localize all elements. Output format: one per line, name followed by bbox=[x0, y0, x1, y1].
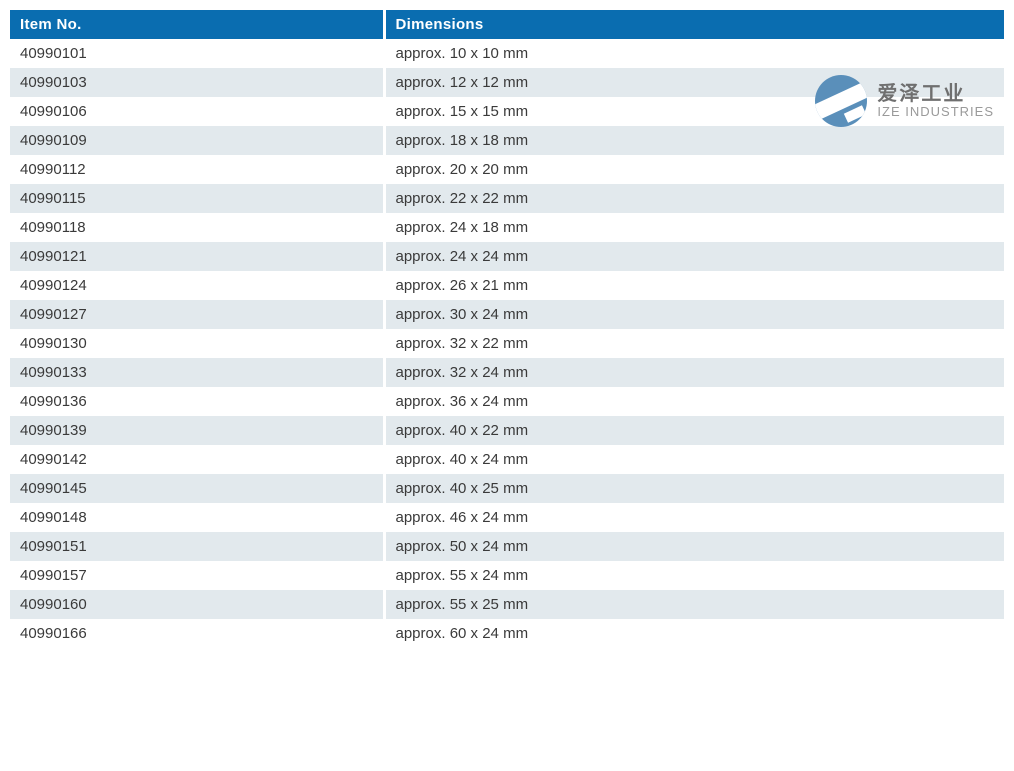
table-row: 40990101approx. 10 x 10 mm bbox=[10, 39, 1004, 68]
cell-item-no: 40990136 bbox=[10, 387, 384, 416]
cell-item-no: 40990139 bbox=[10, 416, 384, 445]
table-row: 40990148approx. 46 x 24 mm bbox=[10, 503, 1004, 532]
cell-item-no: 40990127 bbox=[10, 300, 384, 329]
cell-dimensions: approx. 15 x 15 mm bbox=[384, 97, 1004, 126]
table-row: 40990118approx. 24 x 18 mm bbox=[10, 213, 1004, 242]
cell-item-no: 40990115 bbox=[10, 184, 384, 213]
table-row: 40990124approx. 26 x 21 mm bbox=[10, 271, 1004, 300]
table-row: 40990157approx. 55 x 24 mm bbox=[10, 561, 1004, 590]
table-row: 40990133approx. 32 x 24 mm bbox=[10, 358, 1004, 387]
cell-item-no: 40990106 bbox=[10, 97, 384, 126]
cell-item-no: 40990103 bbox=[10, 68, 384, 97]
cell-item-no: 40990109 bbox=[10, 126, 384, 155]
cell-dimensions: approx. 36 x 24 mm bbox=[384, 387, 1004, 416]
cell-item-no: 40990130 bbox=[10, 329, 384, 358]
cell-dimensions: approx. 55 x 24 mm bbox=[384, 561, 1004, 590]
header-item-no: Item No. bbox=[10, 10, 384, 39]
cell-dimensions: approx. 24 x 18 mm bbox=[384, 213, 1004, 242]
cell-item-no: 40990151 bbox=[10, 532, 384, 561]
cell-item-no: 40990166 bbox=[10, 619, 384, 648]
table-row: 40990145approx. 40 x 25 mm bbox=[10, 474, 1004, 503]
cell-dimensions: approx. 46 x 24 mm bbox=[384, 503, 1004, 532]
cell-item-no: 40990160 bbox=[10, 590, 384, 619]
cell-item-no: 40990142 bbox=[10, 445, 384, 474]
table-row: 40990109approx. 18 x 18 mm bbox=[10, 126, 1004, 155]
table-row: 40990139approx. 40 x 22 mm bbox=[10, 416, 1004, 445]
cell-dimensions: approx. 24 x 24 mm bbox=[384, 242, 1004, 271]
table-row: 40990121approx. 24 x 24 mm bbox=[10, 242, 1004, 271]
table-row: 40990103approx. 12 x 12 mm bbox=[10, 68, 1004, 97]
cell-item-no: 40990121 bbox=[10, 242, 384, 271]
cell-item-no: 40990133 bbox=[10, 358, 384, 387]
cell-dimensions: approx. 32 x 22 mm bbox=[384, 329, 1004, 358]
cell-dimensions: approx. 26 x 21 mm bbox=[384, 271, 1004, 300]
cell-dimensions: approx. 40 x 22 mm bbox=[384, 416, 1004, 445]
cell-dimensions: approx. 50 x 24 mm bbox=[384, 532, 1004, 561]
table-row: 40990127approx. 30 x 24 mm bbox=[10, 300, 1004, 329]
cell-dimensions: approx. 10 x 10 mm bbox=[384, 39, 1004, 68]
cell-dimensions: approx. 30 x 24 mm bbox=[384, 300, 1004, 329]
table-row: 40990112approx. 20 x 20 mm bbox=[10, 155, 1004, 184]
table-row: 40990166approx. 60 x 24 mm bbox=[10, 619, 1004, 648]
cell-item-no: 40990101 bbox=[10, 39, 384, 68]
table-row: 40990130approx. 32 x 22 mm bbox=[10, 329, 1004, 358]
cell-item-no: 40990145 bbox=[10, 474, 384, 503]
cell-item-no: 40990124 bbox=[10, 271, 384, 300]
table-row: 40990142approx. 40 x 24 mm bbox=[10, 445, 1004, 474]
table-row: 40990151approx. 50 x 24 mm bbox=[10, 532, 1004, 561]
cell-item-no: 40990148 bbox=[10, 503, 384, 532]
cell-dimensions: approx. 18 x 18 mm bbox=[384, 126, 1004, 155]
table-row: 40990160approx. 55 x 25 mm bbox=[10, 590, 1004, 619]
table-row: 40990106approx. 15 x 15 mm bbox=[10, 97, 1004, 126]
cell-dimensions: approx. 12 x 12 mm bbox=[384, 68, 1004, 97]
header-dimensions: Dimensions bbox=[384, 10, 1004, 39]
table-row: 40990136approx. 36 x 24 mm bbox=[10, 387, 1004, 416]
table-body: 40990101approx. 10 x 10 mm 40990103appro… bbox=[10, 39, 1004, 648]
dimensions-table: Item No. Dimensions 40990101approx. 10 x… bbox=[10, 10, 1004, 648]
cell-item-no: 40990118 bbox=[10, 213, 384, 242]
table-header-row: Item No. Dimensions bbox=[10, 10, 1004, 39]
cell-item-no: 40990112 bbox=[10, 155, 384, 184]
table-row: 40990115approx. 22 x 22 mm bbox=[10, 184, 1004, 213]
cell-dimensions: approx. 40 x 25 mm bbox=[384, 474, 1004, 503]
cell-dimensions: approx. 32 x 24 mm bbox=[384, 358, 1004, 387]
cell-dimensions: approx. 22 x 22 mm bbox=[384, 184, 1004, 213]
cell-dimensions: approx. 40 x 24 mm bbox=[384, 445, 1004, 474]
cell-dimensions: approx. 20 x 20 mm bbox=[384, 155, 1004, 184]
cell-dimensions: approx. 55 x 25 mm bbox=[384, 590, 1004, 619]
cell-dimensions: approx. 60 x 24 mm bbox=[384, 619, 1004, 648]
cell-item-no: 40990157 bbox=[10, 561, 384, 590]
